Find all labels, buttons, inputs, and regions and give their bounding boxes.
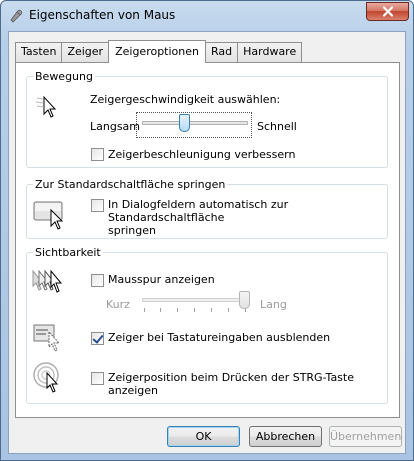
visibility-group-title: Sichtbarkeit — [33, 246, 103, 259]
mouse-icon — [10, 9, 23, 23]
speed-slider-thumb[interactable] — [179, 114, 190, 132]
dialog-client: Tasten Zeiger Zeigeroptionen Rad Hardwar… — [8, 31, 406, 454]
tab-panel: Bewegung Zeigergeschwindigkeit auswählen… — [15, 62, 400, 418]
window-title: Eigenschaften von Maus — [29, 8, 176, 22]
trail-tick — [144, 308, 145, 312]
tab-zeiger[interactable]: Zeiger — [61, 42, 110, 62]
motion-group: Bewegung Zeigergeschwindigkeit auswählen… — [26, 70, 388, 168]
precision-label[interactable]: Zeigerbeschleunigung verbessern — [108, 148, 295, 161]
hide-typing-checkbox[interactable] — [91, 332, 104, 345]
speed-slider-track[interactable] — [142, 121, 248, 125]
long-label: Lang — [260, 298, 287, 311]
pointer-trails-icon — [32, 269, 63, 293]
hide-pointer-icon — [33, 324, 61, 352]
precision-checkbox[interactable] — [91, 148, 104, 161]
fast-label: Schnell — [257, 120, 297, 133]
close-icon — [382, 6, 393, 17]
dialog-window: Eigenschaften von Maus Tasten Zeiger Zei… — [0, 0, 414, 461]
pointer-speed-icon — [35, 95, 57, 118]
cancel-button[interactable]: Abbrechen — [249, 426, 322, 447]
trail-tick — [177, 308, 178, 312]
hide-typing-label[interactable]: Zeiger bei Tastatureingaben ausblenden — [108, 331, 330, 344]
snap-group: Zur Standardschaltfläche springen In Dia… — [26, 178, 388, 239]
slow-label: Langsam — [90, 120, 141, 133]
motion-group-title: Bewegung — [33, 70, 95, 83]
speed-label: Zeigergeschwindigkeit auswählen: — [90, 93, 281, 106]
snap-checkbox[interactable] — [91, 199, 104, 212]
trails-label[interactable]: Mausspur anzeigen — [108, 273, 215, 286]
apply-button[interactable]: Übernehmen — [329, 426, 402, 447]
visibility-group: Sichtbarkeit Mausspur anzeigen Kurz Lang… — [26, 246, 388, 404]
tab-rad[interactable]: Rad — [205, 42, 239, 62]
trails-checkbox[interactable] — [91, 274, 104, 287]
speed-slider-focus — [136, 112, 252, 138]
snap-label[interactable]: In Dialogfeldern automatisch zur Standar… — [108, 198, 383, 237]
snap-group-title: Zur Standardschaltfläche springen — [33, 178, 228, 191]
ok-button[interactable]: OK — [167, 426, 240, 447]
tab-zeigeroptionen[interactable]: Zeigeroptionen — [108, 40, 206, 63]
short-label: Kurz — [106, 298, 130, 311]
tab-strip: Tasten Zeiger Zeigeroptionen Rad Hardwar… — [15, 40, 303, 63]
trail-tick — [211, 308, 212, 312]
trail-tick — [228, 308, 229, 312]
ctrl-location-label[interactable]: Zeigerposition beim Drücken der STRG-Tas… — [108, 371, 387, 397]
trail-slider-track[interactable] — [142, 298, 248, 302]
trail-tick — [194, 308, 195, 312]
title-bar[interactable]: Eigenschaften von Maus — [1, 1, 413, 31]
close-button[interactable] — [366, 2, 409, 21]
snap-to-icon — [33, 201, 64, 230]
tab-hardware[interactable]: Hardware — [237, 42, 303, 62]
trail-tick — [160, 308, 161, 312]
tab-tasten[interactable]: Tasten — [15, 42, 63, 62]
trail-slider-thumb[interactable] — [239, 291, 250, 309]
show-location-icon — [33, 362, 59, 393]
ctrl-location-checkbox[interactable] — [91, 372, 104, 385]
